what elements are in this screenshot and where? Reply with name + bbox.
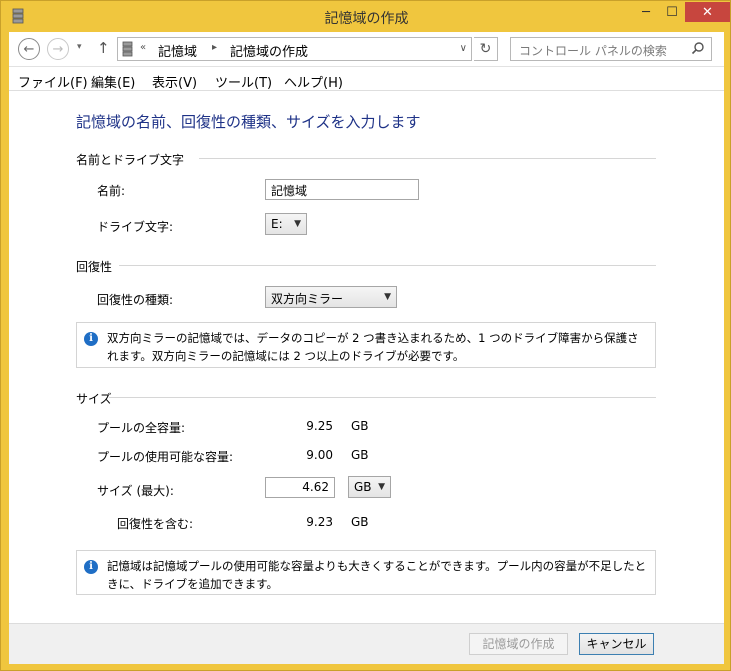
section-title-name: 名前とドライブ文字 (76, 153, 185, 167)
pool-available-unit: GB (351, 448, 369, 462)
resiliency-type-value: 双方向ミラー (271, 292, 344, 306)
close-button[interactable]: ✕ (685, 2, 730, 22)
window-title: 記憶域の作成 (324, 11, 409, 27)
address-bar[interactable]: « 記憶域 ▸ 記憶域の作成 ∨ (117, 37, 472, 61)
main-content: 記憶域の名前、回復性の種類、サイズを入力します 名前とドライブ文字 名前: 記憶… (9, 91, 724, 623)
cancel-button[interactable]: キャンセル (579, 633, 654, 655)
name-field[interactable]: 記憶域 (265, 179, 419, 200)
window: 記憶域の作成 ─ ☐ ✕ ← → ▾ ↑ « 記憶域 ▸ 記憶域の作成 ∨ ↻ … (0, 0, 731, 671)
breadcrumb-item[interactable]: 記憶域 (158, 41, 197, 60)
menu-tools[interactable]: ツール(T) (215, 72, 272, 91)
minimize-button[interactable]: ─ (633, 2, 659, 22)
chevron-down-icon: ▼ (384, 292, 391, 302)
forward-button[interactable]: → (47, 38, 69, 60)
storage-drive-icon (122, 41, 133, 57)
including-resiliency-unit: GB (351, 515, 369, 529)
including-resiliency-value: 9.23 (306, 515, 333, 529)
section-title-resiliency: 回復性 (76, 260, 113, 274)
size-unit-value: GB (354, 480, 372, 494)
size-info-box: i 記憶域は記憶域プールの使用可能な容量よりも大きくすることができます。プール内… (76, 550, 656, 595)
search-icon[interactable] (691, 41, 705, 55)
size-unit-select[interactable]: GB ▼ (348, 476, 391, 498)
menu-file[interactable]: ファイル(F) (18, 72, 88, 91)
navigation-bar: ← → ▾ ↑ « 記憶域 ▸ 記憶域の作成 ∨ ↻ コントロール パネルの検索 (9, 32, 724, 66)
search-input[interactable]: コントロール パネルの検索 (519, 42, 667, 59)
resiliency-info-box: i 双方向ミラーの記憶域では、データのコピーが 2 つ書き込まれるため、1 つの… (76, 322, 656, 368)
section-title-size: サイズ (76, 392, 112, 406)
name-label: 名前: (97, 184, 126, 198)
chevron-down-icon: ▼ (294, 219, 301, 229)
title-bar: 記憶域の作成 ─ ☐ ✕ (1, 1, 731, 32)
max-size-field[interactable]: 4.62 (265, 477, 335, 498)
max-size-label: サイズ (最大): (97, 484, 174, 498)
menu-edit[interactable]: 編集(E) (91, 72, 135, 91)
resiliency-type-select[interactable]: 双方向ミラー ▼ (265, 286, 397, 308)
info-icon: i (84, 332, 98, 346)
menu-help[interactable]: ヘルプ(H) (284, 72, 343, 91)
breadcrumb-item[interactable]: 記憶域の作成 (230, 41, 308, 60)
pool-total-unit: GB (351, 419, 369, 433)
section-divider (199, 158, 656, 159)
including-resiliency-label: 回復性を含む: (117, 517, 194, 531)
section-divider (109, 397, 656, 398)
pool-available-label: プールの使用可能な容量: (97, 450, 234, 464)
footer: 記憶域の作成 キャンセル (9, 623, 724, 664)
pool-total-value: 9.25 (306, 419, 333, 433)
info-icon: i (84, 560, 98, 574)
drive-letter-select[interactable]: E: ▼ (265, 213, 307, 235)
pool-available-value: 9.00 (306, 448, 333, 462)
resiliency-info-text: 双方向ミラーの記憶域では、データのコピーが 2 つ書き込まれるため、1 つのドラ… (107, 331, 639, 363)
chevron-down-icon: ▼ (378, 482, 385, 492)
drive-letter-label: ドライブ文字: (97, 220, 174, 234)
section-divider (119, 265, 656, 266)
pool-total-label: プールの全容量: (97, 421, 186, 435)
up-button[interactable]: ↑ (97, 39, 110, 57)
breadcrumb-overflow[interactable]: « (140, 42, 146, 53)
menu-bar: ファイル(F) 編集(E) 表示(V) ツール(T) ヘルプ(H) (9, 66, 724, 91)
refresh-button[interactable]: ↻ (474, 37, 498, 61)
create-storage-space-button[interactable]: 記憶域の作成 (469, 633, 568, 655)
search-box[interactable]: コントロール パネルの検索 (510, 37, 712, 61)
chevron-right-icon[interactable]: ▸ (212, 42, 217, 53)
menu-view[interactable]: 表示(V) (152, 72, 197, 91)
drive-letter-value: E: (271, 217, 283, 231)
back-button[interactable]: ← (18, 38, 40, 60)
recent-locations-dropdown[interactable]: ▾ (77, 42, 82, 52)
address-history-dropdown[interactable]: ∨ (460, 43, 467, 54)
page-title: 記憶域の名前、回復性の種類、サイズを入力します (76, 113, 421, 131)
resiliency-type-label: 回復性の種類: (97, 293, 174, 307)
maximize-button[interactable]: ☐ (659, 2, 685, 22)
size-info-text: 記憶域は記憶域プールの使用可能な容量よりも大きくすることができます。プール内の容… (107, 559, 647, 591)
